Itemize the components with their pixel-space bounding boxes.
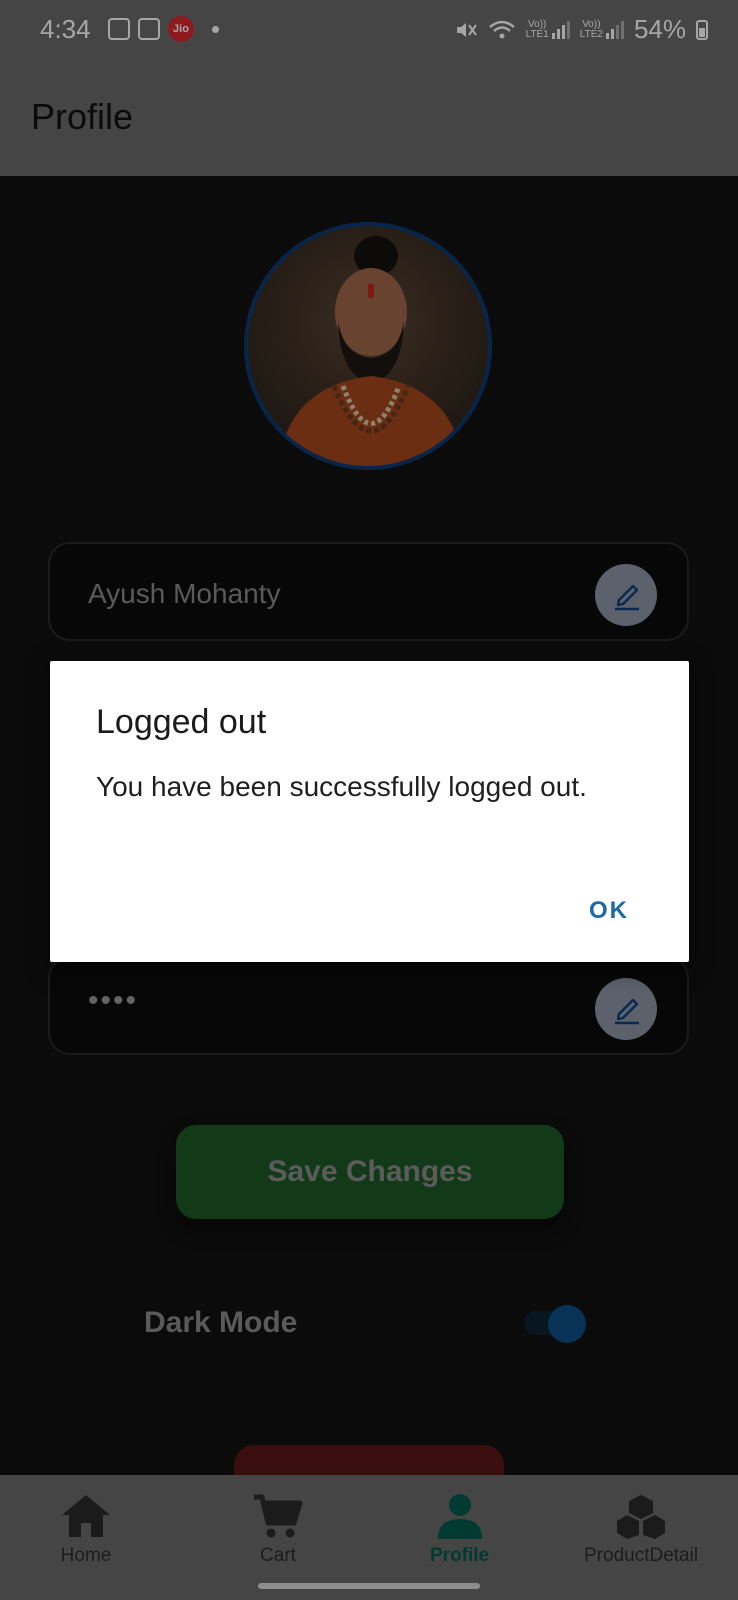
battery-percent: 54% [633, 14, 686, 44]
nav-item-productdetail[interactable]: ProductDetail [584, 1493, 698, 1567]
save-changes-button[interactable]: Save Changes [176, 1125, 564, 1219]
nav-item-profile[interactable]: Profile [430, 1493, 489, 1567]
gesture-home-indicator[interactable] [258, 1583, 480, 1589]
dark-mode-label: Dark Mode [144, 1306, 298, 1339]
dialog-title: Logged out [96, 703, 267, 741]
network-2-indicator: Vo)) LTE2 [580, 19, 624, 40]
mute-icon [456, 22, 477, 37]
gallery-notification-icon [108, 18, 130, 40]
nav-item-home[interactable]: Home [60, 1493, 112, 1567]
name-field-value: Ayush Mohanty [88, 578, 281, 609]
profile-avatar[interactable] [244, 222, 492, 470]
nav-label-cart: Cart [260, 1545, 296, 1566]
dialog-message: You have been successfully logged out. [96, 771, 587, 802]
app-header: Profile [0, 58, 738, 176]
battery-icon [696, 19, 708, 40]
edit-password-button[interactable] [595, 978, 657, 1040]
status-time: 4:34 [40, 14, 91, 44]
page-title: Profile [31, 96, 134, 137]
signal-1-icon [551, 20, 570, 39]
calculator-notification-icon [138, 18, 160, 40]
nav-label-productdetail: ProductDetail [584, 1545, 699, 1566]
jio-badge-icon: Jio [168, 16, 194, 42]
avatar-portrait [278, 236, 464, 466]
password-field-value: •••• [88, 984, 139, 1017]
name-field[interactable]: Ayush Mohanty [48, 542, 689, 641]
home-icon [62, 1495, 110, 1537]
wifi-icon [488, 20, 515, 38]
edit-name-button[interactable] [595, 564, 657, 626]
cart-icon [254, 1494, 303, 1538]
nav-item-cart[interactable]: Cart [252, 1493, 304, 1567]
logged-out-dialog: Logged out You have been successfully lo… [50, 661, 689, 962]
status-bar: 4:34 Jio Vo)) LTE1 Vo)) LTE2 54% [0, 0, 738, 58]
pencil-icon [615, 998, 639, 1025]
signal-2-icon [605, 20, 624, 39]
dark-mode-toggle-thumb[interactable] [548, 1305, 586, 1343]
nav-label-home: Home [60, 1545, 112, 1566]
ok-button[interactable]: OK [589, 897, 629, 925]
more-notifications-dot-icon [212, 25, 219, 33]
status-right-icons: Vo)) LTE1 Vo)) LTE2 54% [454, 14, 708, 45]
person-icon [437, 1494, 482, 1539]
bottom-navigation: Home Cart Profile ProductDetail [0, 1475, 738, 1600]
nav-label-profile: Profile [430, 1545, 490, 1566]
password-field[interactable]: •••• [48, 956, 689, 1055]
status-left-icons: Jio [108, 16, 219, 42]
network-1-indicator: Vo)) LTE1 [526, 19, 570, 40]
cubes-icon [617, 1495, 666, 1539]
pencil-icon [615, 584, 639, 611]
